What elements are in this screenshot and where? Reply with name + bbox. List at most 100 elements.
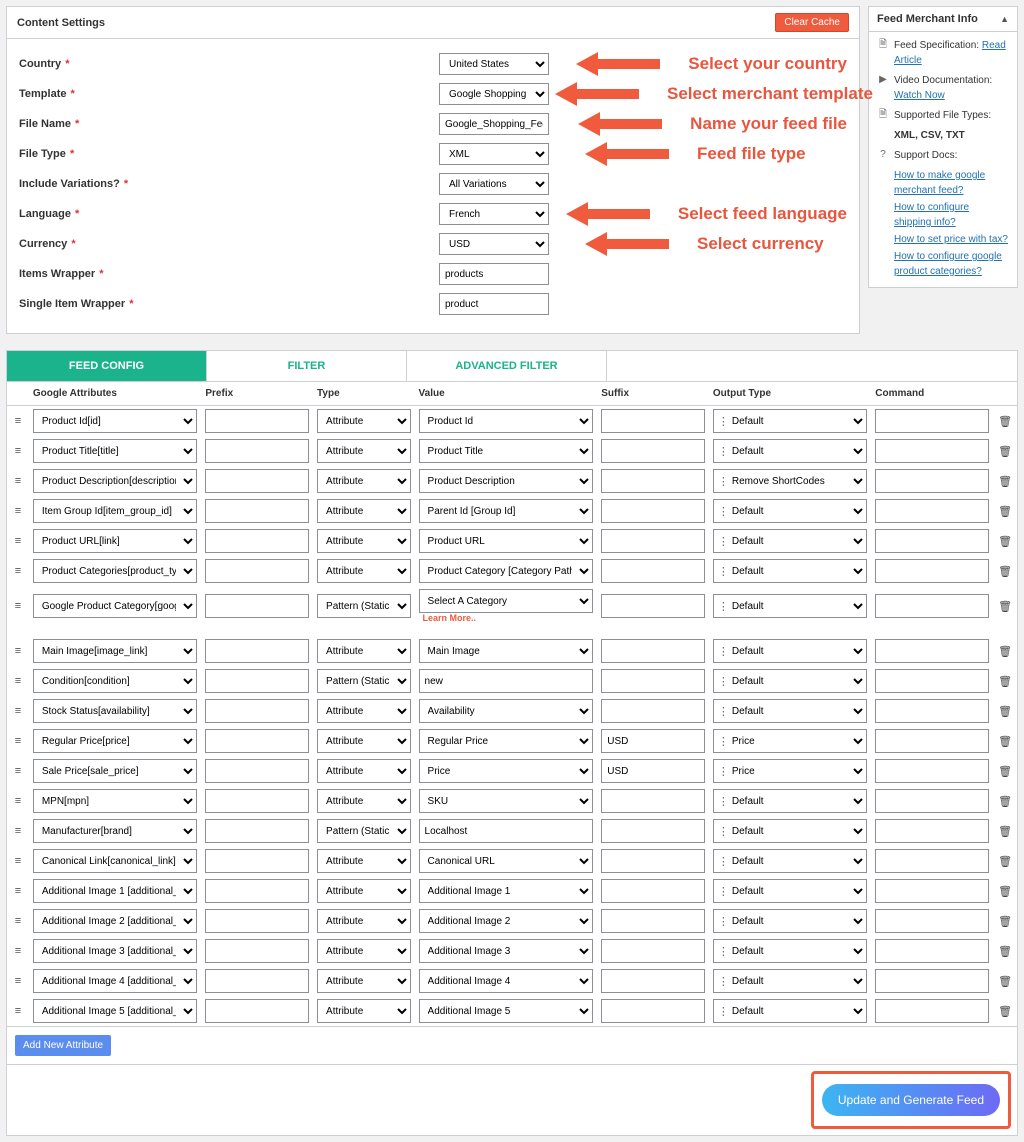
command-input[interactable] xyxy=(875,469,989,493)
output-type-select[interactable]: Default xyxy=(713,789,867,813)
google-attribute-select[interactable]: Canonical Link[canonical_link] xyxy=(33,849,198,873)
delete-row-icon[interactable]: 🗑 xyxy=(998,976,1012,988)
prefix-input[interactable] xyxy=(205,699,309,723)
drag-handle-icon[interactable]: ≡ xyxy=(15,445,21,457)
suffix-input[interactable] xyxy=(601,499,705,523)
suffix-input[interactable] xyxy=(601,789,705,813)
google-attribute-select[interactable]: Product Description[description] xyxy=(33,469,198,493)
delete-row-icon[interactable]: 🗑 xyxy=(998,916,1012,928)
delete-row-icon[interactable]: 🗑 xyxy=(998,506,1012,518)
command-input[interactable] xyxy=(875,559,989,583)
command-input[interactable] xyxy=(875,879,989,903)
doc-link[interactable]: How to set price with tax? xyxy=(894,234,1008,245)
doc-link[interactable]: How to make google merchant feed? xyxy=(894,170,985,196)
suffix-input[interactable] xyxy=(601,669,705,693)
output-type-select[interactable]: Remove ShortCodes xyxy=(713,469,867,493)
prefix-input[interactable] xyxy=(205,939,309,963)
command-input[interactable] xyxy=(875,669,989,693)
drag-handle-icon[interactable]: ≡ xyxy=(15,705,21,717)
drag-handle-icon[interactable]: ≡ xyxy=(15,565,21,577)
google-attribute-select[interactable]: Manufacturer[brand] xyxy=(33,819,198,843)
output-type-select[interactable]: Default xyxy=(713,639,867,663)
value-select[interactable]: Product Id xyxy=(419,409,594,433)
delete-row-icon[interactable]: 🗑 xyxy=(998,946,1012,958)
suffix-input[interactable] xyxy=(601,939,705,963)
value-select[interactable]: Additional Image 5 xyxy=(419,999,594,1023)
prefix-input[interactable] xyxy=(205,439,309,463)
type-select[interactable]: Attribute xyxy=(317,909,411,933)
output-type-select[interactable]: Default xyxy=(713,559,867,583)
prefix-input[interactable] xyxy=(205,499,309,523)
currency-select[interactable]: USD xyxy=(439,233,549,255)
prefix-input[interactable] xyxy=(205,639,309,663)
drag-handle-icon[interactable]: ≡ xyxy=(15,415,21,427)
command-input[interactable] xyxy=(875,699,989,723)
delete-row-icon[interactable]: 🗑 xyxy=(998,416,1012,428)
drag-handle-icon[interactable]: ≡ xyxy=(15,945,21,957)
clear-cache-button[interactable]: Clear Cache xyxy=(775,13,849,32)
delete-row-icon[interactable]: 🗑 xyxy=(998,766,1012,778)
drag-handle-icon[interactable]: ≡ xyxy=(15,825,21,837)
filename-input[interactable] xyxy=(439,113,549,135)
learn-more-link[interactable]: Learn More.. xyxy=(419,613,594,623)
tab-feed-config[interactable]: FEED CONFIG xyxy=(7,351,207,381)
language-select[interactable]: French xyxy=(439,203,549,225)
tab-advanced-filter[interactable]: ADVANCED FILTER xyxy=(407,351,607,381)
drag-handle-icon[interactable]: ≡ xyxy=(15,795,21,807)
prefix-input[interactable] xyxy=(205,969,309,993)
drag-handle-icon[interactable]: ≡ xyxy=(15,475,21,487)
itemswrap-input[interactable] xyxy=(439,263,549,285)
delete-row-icon[interactable]: 🗑 xyxy=(998,1006,1012,1018)
video-link[interactable]: Watch Now xyxy=(894,90,945,101)
suffix-input[interactable] xyxy=(601,439,705,463)
type-select[interactable]: Attribute xyxy=(317,529,411,553)
singlewrap-input[interactable] xyxy=(439,293,549,315)
output-type-select[interactable]: Default xyxy=(713,439,867,463)
filetype-select[interactable]: XML xyxy=(439,143,549,165)
drag-handle-icon[interactable]: ≡ xyxy=(15,765,21,777)
command-input[interactable] xyxy=(875,969,989,993)
google-attribute-select[interactable]: Main Image[image_link] xyxy=(33,639,198,663)
prefix-input[interactable] xyxy=(205,879,309,903)
value-select[interactable]: Availability xyxy=(419,699,594,723)
command-input[interactable] xyxy=(875,909,989,933)
output-type-select[interactable]: Default xyxy=(713,849,867,873)
command-input[interactable] xyxy=(875,759,989,783)
google-attribute-select[interactable]: Product Title[title] xyxy=(33,439,198,463)
google-attribute-select[interactable]: Additional Image 3 [additional_image_li xyxy=(33,939,198,963)
value-select[interactable]: Additional Image 3 xyxy=(419,939,594,963)
output-type-select[interactable]: Default xyxy=(713,909,867,933)
type-select[interactable]: Attribute xyxy=(317,849,411,873)
google-attribute-select[interactable]: Condition[condition] xyxy=(33,669,198,693)
doc-link[interactable]: How to configure shipping info? xyxy=(894,202,969,228)
suffix-input[interactable] xyxy=(601,639,705,663)
suffix-input[interactable] xyxy=(601,699,705,723)
type-select[interactable]: Attribute xyxy=(317,999,411,1023)
command-input[interactable] xyxy=(875,939,989,963)
output-type-select[interactable]: Default xyxy=(713,999,867,1023)
command-input[interactable] xyxy=(875,639,989,663)
command-input[interactable] xyxy=(875,729,989,753)
google-attribute-select[interactable]: Regular Price[price] xyxy=(33,729,198,753)
add-attribute-button[interactable]: Add New Attribute xyxy=(15,1035,111,1056)
drag-handle-icon[interactable]: ≡ xyxy=(15,915,21,927)
value-select[interactable]: Additional Image 4 xyxy=(419,969,594,993)
command-input[interactable] xyxy=(875,409,989,433)
delete-row-icon[interactable]: 🗑 xyxy=(998,736,1012,748)
prefix-input[interactable] xyxy=(205,789,309,813)
type-select[interactable]: Pattern (Static Value) xyxy=(317,819,411,843)
drag-handle-icon[interactable]: ≡ xyxy=(15,975,21,987)
type-select[interactable]: Pattern (Static Value) xyxy=(317,594,411,618)
type-select[interactable]: Attribute xyxy=(317,409,411,433)
delete-row-icon[interactable]: 🗑 xyxy=(998,536,1012,548)
type-select[interactable]: Attribute xyxy=(317,639,411,663)
type-select[interactable]: Attribute xyxy=(317,499,411,523)
suffix-input[interactable] xyxy=(601,819,705,843)
delete-row-icon[interactable]: 🗑 xyxy=(998,826,1012,838)
type-select[interactable]: Attribute xyxy=(317,699,411,723)
output-type-select[interactable]: Default xyxy=(713,699,867,723)
drag-handle-icon[interactable]: ≡ xyxy=(15,675,21,687)
collapse-icon[interactable]: ▲ xyxy=(1000,14,1009,24)
prefix-input[interactable] xyxy=(205,409,309,433)
suffix-input[interactable] xyxy=(601,594,705,618)
